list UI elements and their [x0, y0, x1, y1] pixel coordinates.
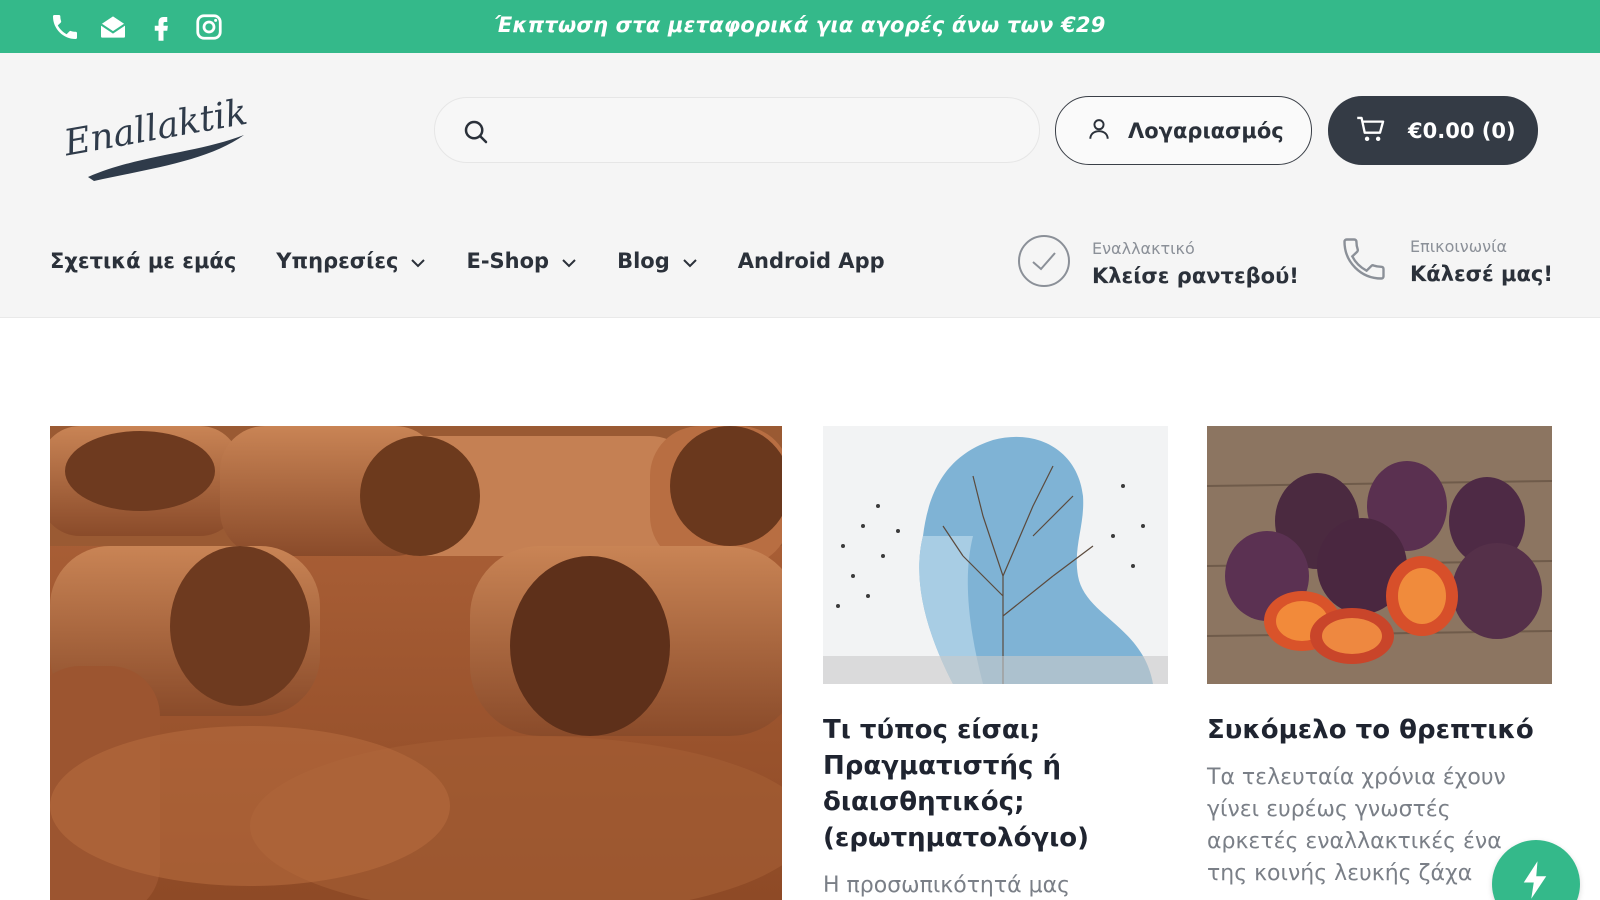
nav-item-label: Blog	[617, 249, 670, 273]
post-image-personality[interactable]	[823, 426, 1168, 684]
nav-item-label: Υπηρεσίες	[276, 249, 399, 273]
account-label: Λογαριασμός	[1128, 118, 1284, 143]
excerpt-line: Η προσωπικότητά μας	[823, 873, 1071, 898]
svg-text:Enallaktiko: Enallaktiko	[60, 88, 248, 164]
lightning-icon	[1520, 860, 1550, 900]
nav-item-android-app[interactable]: Android App	[738, 249, 885, 273]
contact-caption: Επικοινωνία	[1410, 236, 1508, 256]
contact-link[interactable]: Επικοινωνία Κάλεσέ μας!	[1338, 233, 1553, 289]
chevron-down-icon	[561, 249, 577, 273]
nav-item-services[interactable]: Υπηρεσίες	[276, 249, 426, 273]
promo-text: Έκπτωση στα μεταφορικά για αγορές άνω τω…	[494, 13, 1106, 37]
appointment-caption: Εναλλακτικό	[1092, 238, 1195, 258]
cart-button[interactable]: €0.00 (0)	[1328, 96, 1538, 165]
cart-total: €0.00 (0)	[1408, 118, 1516, 143]
appointment-label: Κλείσε ραντεβού!	[1092, 263, 1299, 288]
clock-icon	[1016, 233, 1072, 293]
nav-item-label: Σχετικά με εμάς	[50, 249, 237, 273]
featured-post-image[interactable]	[50, 426, 782, 900]
excerpt-line: Τα τελευταία χρόνια έχουν	[1207, 765, 1506, 790]
silhouette-image	[823, 426, 1168, 684]
post-title-figs[interactable]: Συκόμελο το θρεπτικό	[1207, 712, 1567, 748]
title-line: Συκόμελο το θρεπτικό	[1207, 715, 1534, 745]
post-title-personality[interactable]: Τι τύπος είσαι; Πραγματιστής ή διαισθητι…	[823, 712, 1168, 856]
user-icon	[1086, 116, 1112, 146]
nav-item-label: E-Shop	[466, 249, 550, 273]
search-input[interactable]	[434, 97, 1040, 163]
nav-item-about[interactable]: Σχετικά με εμάς	[50, 249, 236, 273]
site-logo[interactable]: Enallaktiko	[58, 83, 272, 183]
phone-outline-icon	[1338, 233, 1390, 289]
nav-item-label: Android App	[737, 249, 885, 273]
title-line: Τι τύπος είσαι;	[823, 715, 1041, 745]
cart-icon	[1356, 114, 1388, 148]
search-icon[interactable]	[461, 117, 491, 151]
title-line: διαισθητικός;	[823, 787, 1025, 817]
announcement-bar: Έκπτωση στα μεταφορικά για αγορές άνω τω…	[0, 0, 1600, 53]
title-line: (ερωτηματολόγιο)	[823, 823, 1090, 853]
post-image-figs[interactable]	[1207, 426, 1552, 684]
chevron-down-icon	[410, 249, 426, 273]
excerpt-line: γίνει ευρέως γνωστές	[1207, 797, 1451, 822]
logo-swoosh-icon: Enallaktiko	[60, 88, 272, 181]
nav-item-eshop[interactable]: E-Shop	[466, 249, 577, 273]
site-header: Enallaktiko Λογαριασμός €0.00 (0) Σχετικ…	[0, 53, 1600, 318]
figs-image	[1207, 426, 1552, 684]
cinnamon-image	[50, 426, 782, 900]
post-excerpt-personality: Η προσωπικότητά μας	[823, 870, 1168, 900]
chevron-down-icon	[682, 249, 698, 273]
title-line: Πραγματιστής ή	[823, 751, 1061, 781]
appointment-link[interactable]: Εναλλακτικό Κλείσε ραντεβού!	[1016, 233, 1299, 293]
main-navigation: Σχετικά με εμάς Υπηρεσίες E-Shop Blog An…	[50, 249, 925, 273]
account-button[interactable]: Λογαριασμός	[1055, 96, 1312, 165]
nav-item-blog[interactable]: Blog	[617, 249, 698, 273]
contact-label: Κάλεσέ μας!	[1410, 261, 1553, 286]
